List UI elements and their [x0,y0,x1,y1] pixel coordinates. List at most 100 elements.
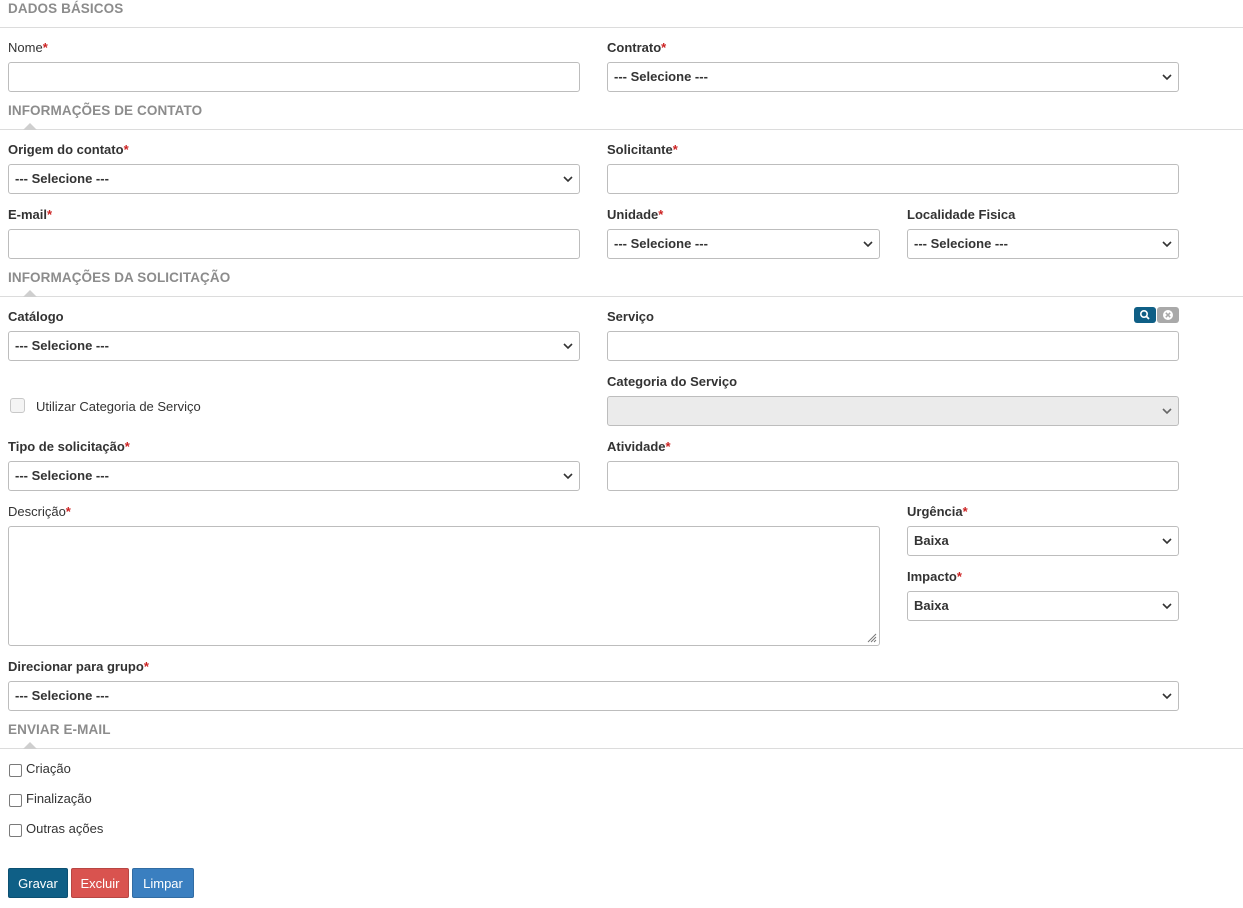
nome-label-text: Nome [8,40,43,55]
chevron-down-icon [563,176,573,183]
nome-input[interactable] [8,62,580,92]
unidade-select-value: --- Selecione --- [614,236,708,251]
section-title: INFORMAÇÕES DE CONTATO [8,103,203,118]
email-finalizacao-label: Finalização [26,791,92,806]
email-criacao-label: Criação [26,761,71,776]
tipo-select[interactable]: --- Selecione --- [8,461,580,491]
section-notch [23,123,37,130]
urgencia-label-text: Urgência [907,504,963,519]
required-mark: * [665,439,671,454]
atividade-label: Atividade* [607,439,671,455]
excluir-button[interactable]: Excluir [71,868,129,898]
contrato-select[interactable]: --- Selecione --- [607,62,1179,92]
required-mark: * [672,142,678,157]
descricao-label: Descrição* [8,504,71,520]
chevron-down-icon [563,473,573,480]
section-solicitacao: INFORMAÇÕES DA SOLICITAÇÃO [0,269,1243,297]
origem-label-text: Origem do contato [8,142,124,157]
descricao-textarea[interactable] [8,526,880,646]
origem-select-value: --- Selecione --- [15,171,109,186]
catalogo-label-text: Catálogo [8,309,64,324]
email-outras-label: Outras ações [26,821,104,836]
unidade-label: Unidade* [607,207,663,223]
nome-label: Nome* [8,40,48,56]
categoria-select[interactable] [607,396,1179,426]
clear-icon[interactable] [1157,307,1179,323]
origem-select[interactable]: --- Selecione --- [8,164,580,194]
contrato-label-text: Contrato [607,40,662,55]
section-title: ENVIAR E-MAIL [8,722,111,737]
section-title: DADOS BÁSICOS [8,1,124,16]
search-icon-glyph [1140,309,1150,320]
solicitante-label: Solicitante* [607,142,678,158]
section-notch [23,290,37,297]
atividade-label-text: Atividade [607,439,666,454]
required-mark: * [65,504,71,519]
chevron-down-icon [1162,241,1172,248]
required-mark: * [143,659,149,674]
chevron-down-icon [863,241,873,248]
gravar-button[interactable]: Gravar [8,868,68,898]
localidade-select[interactable]: --- Selecione --- [907,229,1179,259]
resize-grip-icon[interactable] [865,631,877,643]
unidade-label-text: Unidade [607,207,659,222]
catalogo-select[interactable]: --- Selecione --- [8,331,580,361]
grupo-label-text: Direcionar para grupo [8,659,144,674]
servico-label: Serviço [607,309,654,325]
contrato-label: Contrato* [607,40,666,56]
impacto-label-text: Impacto [907,569,957,584]
tipo-label: Tipo de solicitação* [8,439,130,455]
required-mark: * [123,142,129,157]
required-mark: * [661,40,667,55]
catalogo-select-value: --- Selecione --- [15,338,109,353]
chevron-down-icon [563,343,573,350]
section-dados-basicos: DADOS BÁSICOS [0,0,1243,28]
localidade-label: Localidade Fisica [907,207,1015,223]
search-icon[interactable] [1134,307,1156,323]
contrato-select-value: --- Selecione --- [614,69,708,84]
section-notch [23,742,37,749]
urgencia-label: Urgência* [907,504,968,520]
urgencia-select[interactable]: Baixa [907,526,1179,556]
email-criacao-checkbox[interactable] [9,764,22,777]
origem-label: Origem do contato* [8,142,129,158]
clear-icon-glyph [1163,310,1173,320]
localidade-select-value: --- Selecione --- [914,236,1008,251]
email-label-text: E-mail [8,207,48,222]
required-mark: * [42,40,48,55]
atividade-input[interactable] [607,461,1179,491]
limpar-button[interactable]: Limpar [132,868,194,898]
required-mark: * [47,207,53,222]
chevron-down-icon [1162,538,1172,545]
required-mark: * [658,207,664,222]
unidade-select[interactable]: --- Selecione --- [607,229,880,259]
categoria-label-text: Categoria do Serviço [607,374,738,389]
email-finalizacao-checkbox[interactable] [9,794,22,807]
utilizar-categoria-label: Utilizar Categoria de Serviço [36,399,201,414]
chevron-down-icon [1162,74,1172,81]
impacto-select[interactable]: Baixa [907,591,1179,621]
solicitante-input[interactable] [607,164,1179,194]
tipo-label-text: Tipo de solicitação [8,439,125,454]
required-mark: * [962,504,968,519]
grupo-select[interactable]: --- Selecione --- [8,681,1179,711]
email-input[interactable] [8,229,580,259]
urgencia-select-value: Baixa [914,533,949,548]
required-mark: * [956,569,962,584]
impacto-select-value: Baixa [914,598,949,613]
required-mark: * [124,439,130,454]
section-contato: INFORMAÇÕES DE CONTATO [0,102,1243,130]
catalogo-label: Catálogo [8,309,64,325]
utilizar-categoria-checkbox[interactable] [10,398,25,413]
servico-input[interactable] [607,331,1179,361]
servico-label-text: Serviço [607,309,654,324]
email-label: E-mail* [8,207,52,223]
email-outras-checkbox[interactable] [9,824,22,837]
chevron-down-icon [1162,603,1172,610]
grupo-select-value: --- Selecione --- [15,688,109,703]
categoria-label: Categoria do Serviço [607,374,737,390]
grupo-label: Direcionar para grupo* [8,659,149,675]
chevron-down-icon [1162,408,1172,415]
solicitante-label-text: Solicitante [607,142,673,157]
section-enviar-email: ENVIAR E-MAIL [0,721,1243,749]
